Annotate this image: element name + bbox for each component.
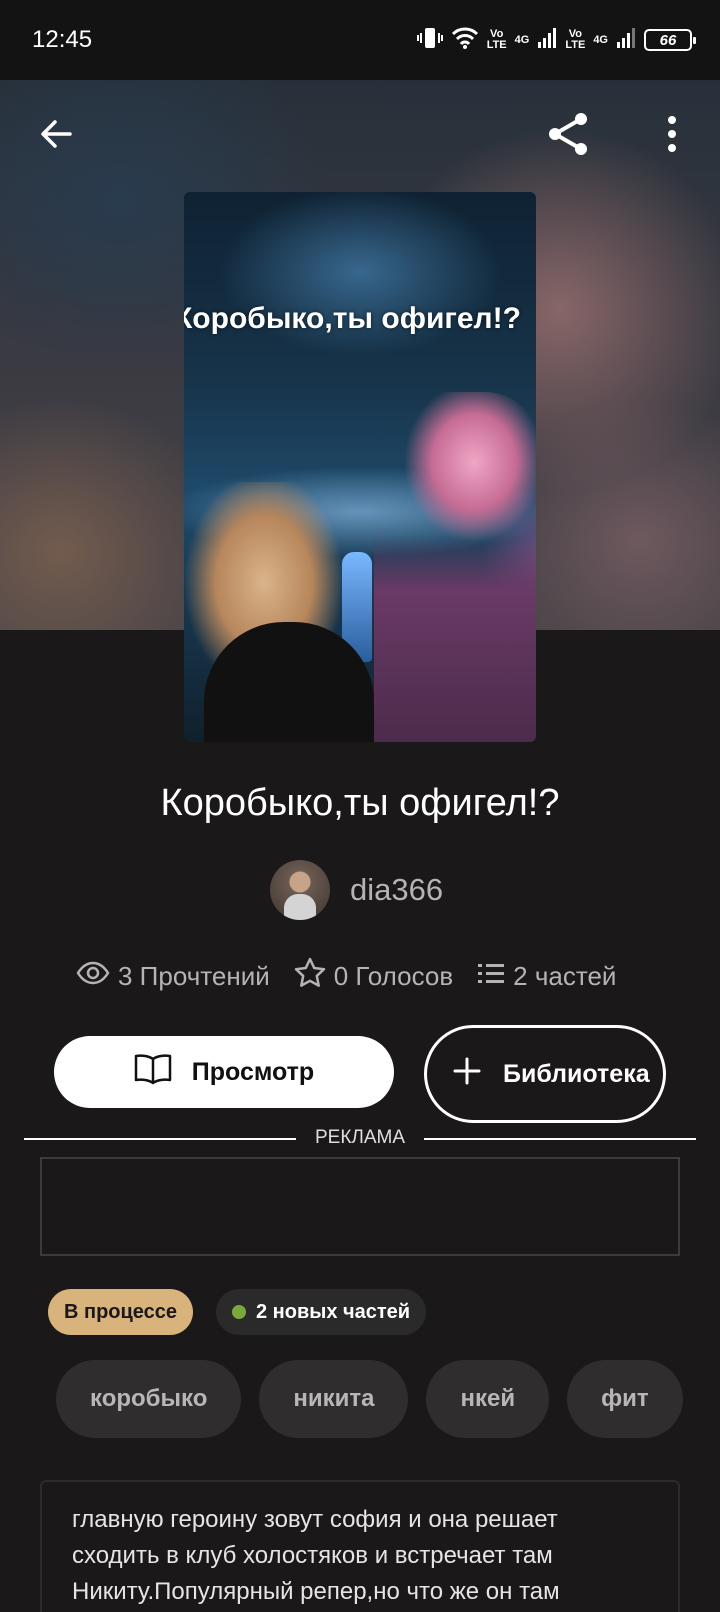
new-parts-label: 2 новых частей bbox=[256, 1300, 411, 1323]
tag-chip[interactable]: нкей bbox=[426, 1360, 550, 1438]
author-link[interactable]: dia366 bbox=[270, 860, 443, 920]
cover-title-text: Коробыко,ты офигел!? bbox=[184, 302, 521, 335]
story-cover-image[interactable]: Коробыко,ты офигел!? bbox=[184, 192, 536, 742]
story-stats: 3 Прочтений 0 Голосов 2 частей bbox=[76, 956, 616, 996]
plus-icon bbox=[453, 1057, 481, 1092]
more-vertical-icon bbox=[666, 115, 678, 158]
reads-count: 3 Прочтений bbox=[118, 960, 270, 991]
signal-2-icon bbox=[616, 26, 636, 55]
story-title: Коробыко,ты офигел!? bbox=[160, 782, 560, 824]
votes-stat: 0 Голосов bbox=[294, 957, 453, 996]
votes-count: 0 Голосов bbox=[333, 960, 454, 991]
add-to-library-button[interactable]: Библиотека bbox=[424, 1025, 666, 1123]
volte-1-label: Vo LTE bbox=[486, 28, 507, 51]
status-time: 12:45 bbox=[32, 26, 93, 53]
new-parts-badge: 2 новых частей bbox=[216, 1289, 427, 1335]
reads-stat: 3 Прочтений bbox=[76, 961, 270, 992]
status-bar: 12:45 Vo LTE 4G Vo LTE 4G 66 bbox=[0, 0, 720, 80]
status-icons: Vo LTE 4G Vo LTE 4G 66 bbox=[416, 24, 696, 56]
status-badge: В процессе bbox=[48, 1289, 194, 1335]
star-icon bbox=[294, 957, 326, 996]
tag-chip[interactable]: коробыко bbox=[56, 1360, 242, 1438]
read-button-label: Просмотр bbox=[191, 1057, 315, 1086]
cover-man bbox=[374, 392, 536, 742]
share-button[interactable] bbox=[538, 106, 598, 166]
arrow-left-icon bbox=[38, 116, 74, 157]
tags-row[interactable]: коробыко никита нкей фит bbox=[56, 1360, 688, 1440]
share-icon bbox=[543, 109, 593, 164]
library-button-label: Библиотека bbox=[503, 1060, 650, 1088]
description-text: главную героину зовут софия и она решает… bbox=[72, 1506, 560, 1605]
wifi-icon bbox=[451, 26, 479, 55]
ad-divider-right bbox=[424, 1138, 696, 1140]
author-avatar[interactable] bbox=[270, 860, 330, 920]
ad-divider-left bbox=[24, 1138, 296, 1140]
story-description[interactable]: главную героину зовут софия и она решает… bbox=[40, 1480, 680, 1612]
ad-label: РЕКЛАМА bbox=[314, 1127, 406, 1148]
author-name[interactable]: dia366 bbox=[350, 872, 443, 908]
parts-stat: 2 частей bbox=[477, 961, 616, 992]
eye-icon bbox=[76, 961, 110, 992]
back-button[interactable] bbox=[26, 106, 86, 166]
network-2-label: 4G bbox=[593, 33, 608, 46]
more-options-button[interactable] bbox=[642, 106, 702, 166]
tag-chip[interactable]: фит bbox=[567, 1360, 683, 1438]
list-icon bbox=[477, 961, 505, 992]
volte-2-label: Vo LTE bbox=[565, 28, 586, 51]
new-indicator-dot bbox=[232, 1305, 246, 1319]
book-icon bbox=[134, 1053, 172, 1092]
vibrate-icon bbox=[416, 26, 443, 55]
signal-1-icon bbox=[537, 26, 557, 55]
read-button[interactable]: Просмотр bbox=[54, 1036, 394, 1108]
tag-chip[interactable]: никита bbox=[259, 1360, 409, 1438]
parts-count: 2 частей bbox=[513, 960, 617, 991]
battery-indicator: 66 bbox=[644, 29, 696, 51]
ad-slot[interactable] bbox=[40, 1157, 680, 1256]
network-1-label: 4G bbox=[514, 33, 530, 46]
